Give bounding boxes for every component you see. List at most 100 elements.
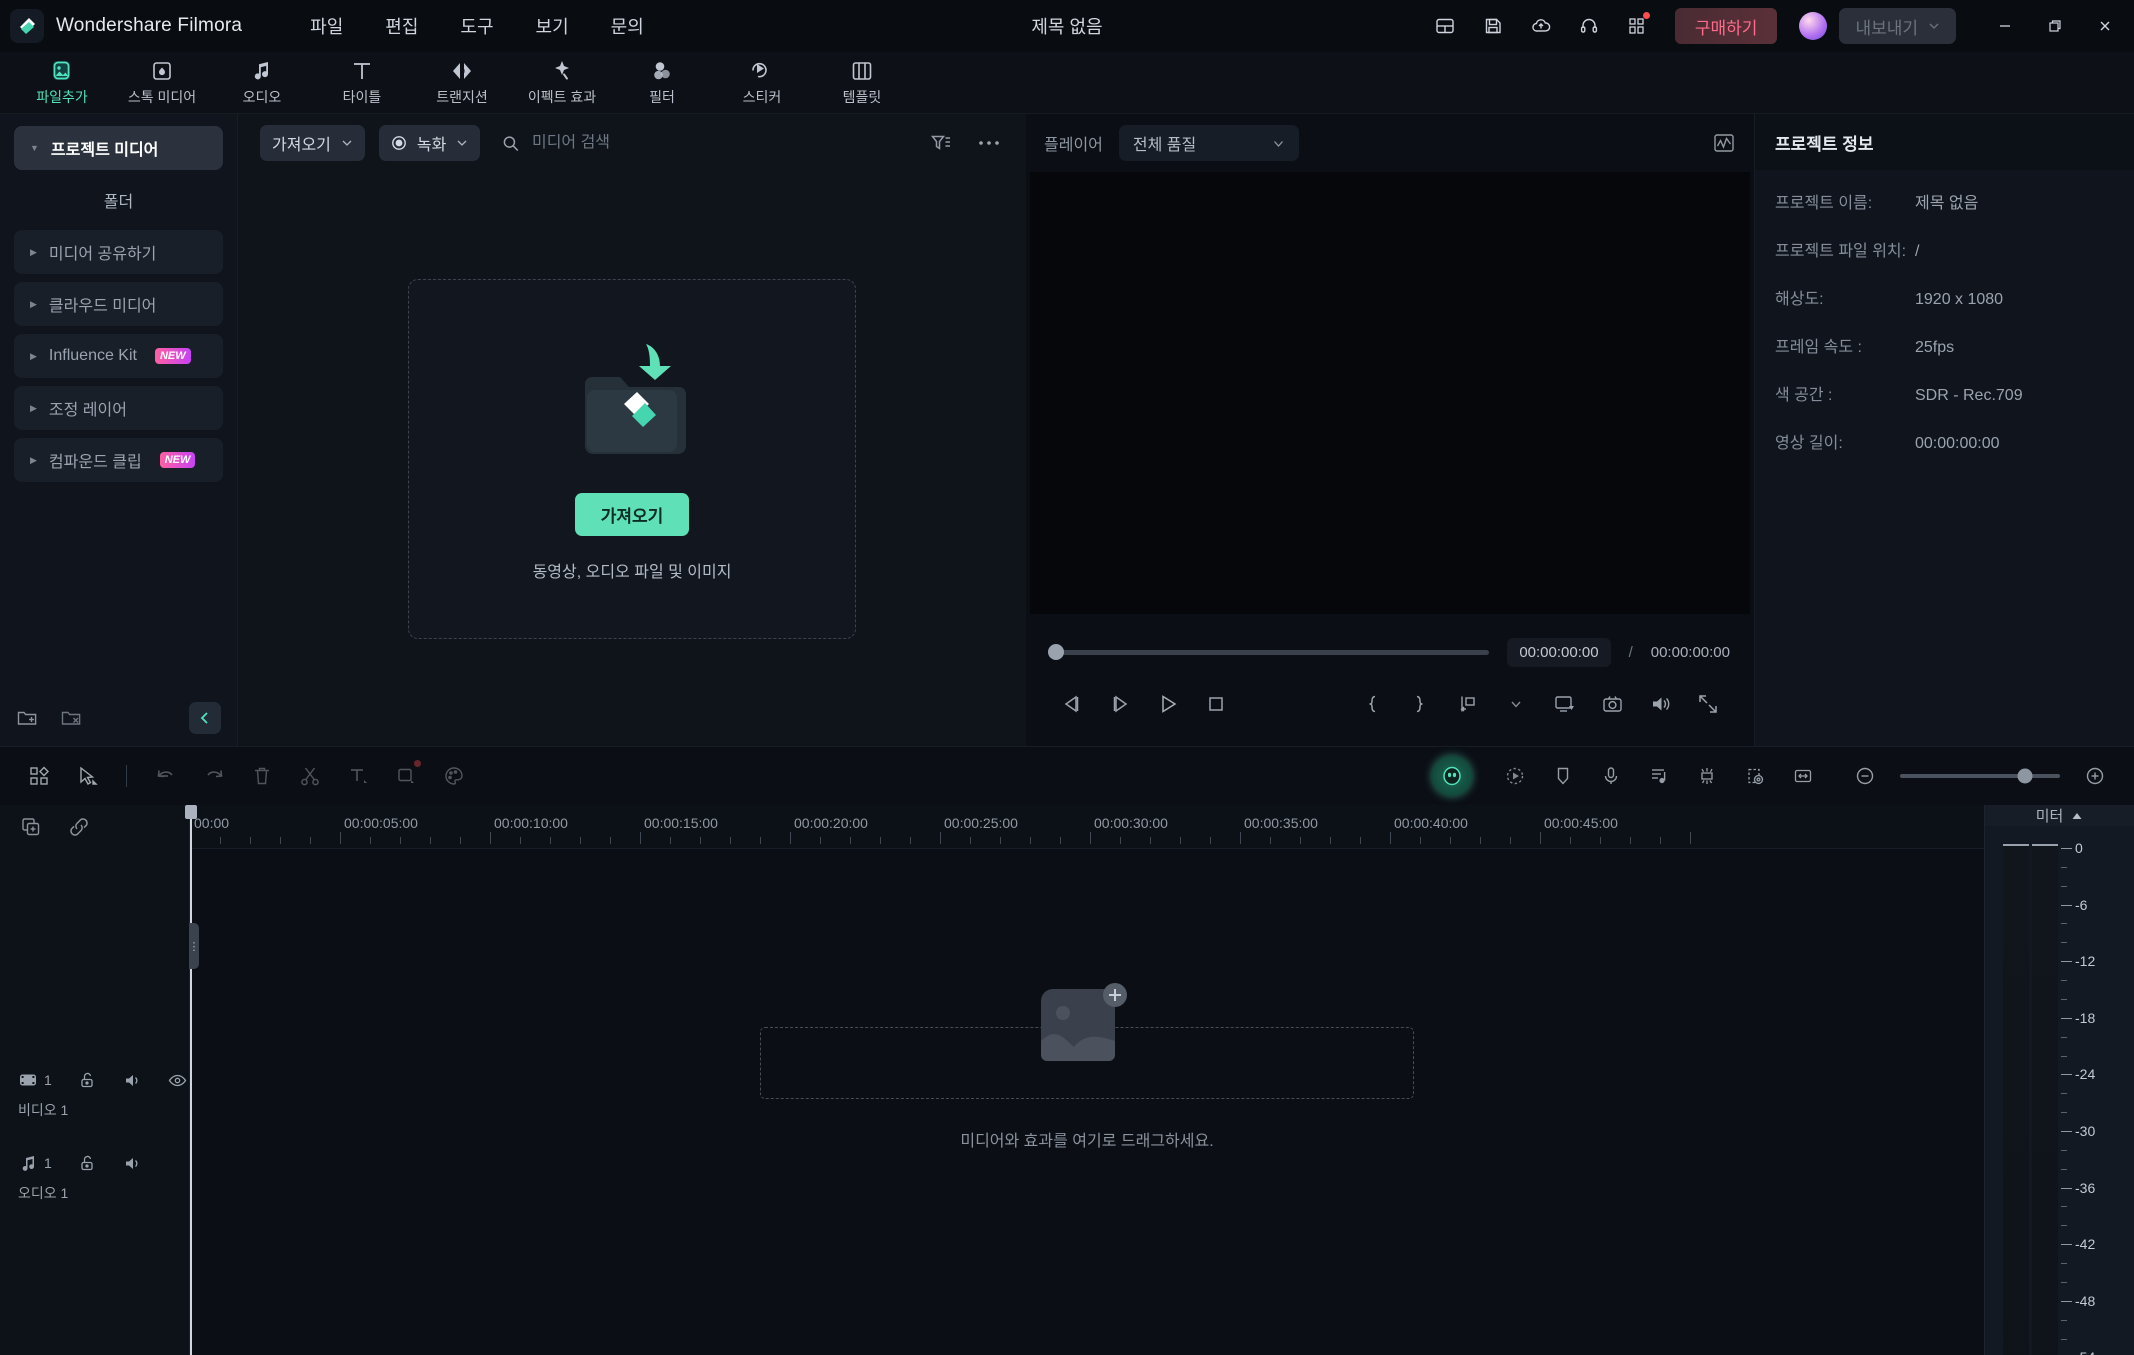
sidebar-item-compound-clip[interactable]: ▶ 컴파운드 클립 NEW xyxy=(14,438,223,482)
color-tool-button[interactable] xyxy=(433,756,475,796)
audio-track-lock-icon[interactable] xyxy=(78,1154,97,1173)
zoom-in-icon[interactable] xyxy=(2074,756,2116,796)
collapse-panel-icon[interactable] xyxy=(189,702,221,734)
ribbon-item-add-file[interactable]: 파일추가 xyxy=(14,53,110,113)
meter-minor-tick xyxy=(2061,942,2067,944)
menu-file[interactable]: 파일 xyxy=(308,9,345,43)
select-tool-button[interactable] xyxy=(66,756,108,796)
ribbon-item-stock-media[interactable]: 스톡 미디어 xyxy=(114,53,210,113)
menu-tools[interactable]: 도구 xyxy=(458,9,495,43)
more-options-icon[interactable] xyxy=(978,139,1000,147)
next-frame-button[interactable] xyxy=(1098,685,1142,723)
avatar[interactable] xyxy=(1799,12,1828,40)
zoom-slider[interactable] xyxy=(1900,768,2060,784)
headset-support-icon[interactable] xyxy=(1567,6,1611,46)
volume-button[interactable] xyxy=(1638,685,1682,723)
menu-contact[interactable]: 문의 xyxy=(609,9,646,43)
audio-meter-header[interactable]: 미터 xyxy=(1985,805,2134,826)
mark-out-button[interactable] xyxy=(1398,685,1442,723)
video-track-lock-icon[interactable] xyxy=(78,1071,97,1090)
ribbon-item-effects[interactable]: 이펙트 효과 xyxy=(514,53,610,113)
playhead[interactable] xyxy=(185,805,197,1355)
timeline-ruler[interactable]: 00:00 00:00:05:00 00:00:10:00 00:00:15:00 00… xyxy=(190,805,1984,849)
ai-copilot-button[interactable] xyxy=(1432,756,1472,796)
zoom-out-icon[interactable] xyxy=(1844,756,1886,796)
delete-button[interactable] xyxy=(241,756,283,796)
ribbon-item-filters[interactable]: 필터 xyxy=(614,53,710,113)
sidebar-item-share-media[interactable]: ▶ 미디어 공유하기 xyxy=(14,230,223,274)
link-clips-icon[interactable] xyxy=(68,816,90,838)
add-track-icon[interactable] xyxy=(20,816,42,838)
layout-view-button[interactable] xyxy=(18,756,60,796)
audio-mixer-button[interactable] xyxy=(1638,756,1680,796)
seek-slider[interactable] xyxy=(1048,644,1490,660)
marker-button[interactable] xyxy=(1542,756,1584,796)
add-marker-button[interactable] xyxy=(1446,685,1490,723)
import-button[interactable]: 가져오기 xyxy=(574,493,690,536)
import-dropdown[interactable]: 가져오기 xyxy=(260,125,365,161)
save-icon[interactable] xyxy=(1471,6,1515,46)
sidebar-item-cloud-media[interactable]: ▶ 클라우드 미디어 xyxy=(14,282,223,326)
audio-track-mute-icon[interactable] xyxy=(123,1154,142,1173)
play-button[interactable] xyxy=(1146,685,1190,723)
redo-button[interactable] xyxy=(193,756,235,796)
beat-detect-button[interactable] xyxy=(1686,756,1728,796)
snapshot-button[interactable] xyxy=(1590,685,1634,723)
tracks-area[interactable]: 미디어와 효과를 여기로 드래그하세요. xyxy=(190,849,1984,1355)
screen-mode-button[interactable] xyxy=(1542,685,1586,723)
zoom-handle[interactable] xyxy=(2017,768,2033,784)
minimize-button[interactable] xyxy=(1982,4,2028,48)
seek-handle[interactable] xyxy=(1048,644,1064,660)
maximize-button[interactable] xyxy=(2032,4,2078,48)
sidebar-item-project-media[interactable]: ▼ 프로젝트 미디어 xyxy=(14,126,223,170)
sidebar-item-folder[interactable]: 폴더 xyxy=(14,178,223,222)
split-button[interactable] xyxy=(289,756,331,796)
ruler-tick xyxy=(940,832,941,844)
ribbon-item-templates[interactable]: 템플릿 xyxy=(814,53,910,113)
playhead-grip[interactable] xyxy=(185,805,197,819)
record-dropdown[interactable]: 녹화 xyxy=(378,125,481,161)
search-input[interactable] xyxy=(531,134,916,152)
auto-enhance-button[interactable] xyxy=(1494,756,1536,796)
cloud-upload-icon[interactable] xyxy=(1519,6,1563,46)
export-button[interactable]: 내보내기 xyxy=(1839,8,1956,44)
ribbon-item-stickers[interactable]: 스티커 xyxy=(714,53,810,113)
fit-timeline-button[interactable] xyxy=(1782,756,1824,796)
meter-scale-tick xyxy=(2061,1300,2072,1302)
text-tool-button[interactable] xyxy=(337,756,379,796)
undo-button[interactable] xyxy=(145,756,187,796)
stop-button[interactable] xyxy=(1194,685,1238,723)
apps-grid-icon[interactable] xyxy=(1615,6,1659,46)
ribbon-item-audio[interactable]: 오디오 xyxy=(214,53,310,113)
template-grid-icon xyxy=(852,62,872,80)
delete-folder-icon[interactable] xyxy=(60,707,82,729)
video-track-mute-icon[interactable] xyxy=(123,1071,142,1090)
fullscreen-button[interactable] xyxy=(1686,685,1730,723)
quality-dropdown[interactable]: 전체 품질 xyxy=(1118,125,1299,161)
ribbon-item-titles[interactable]: 타이틀 xyxy=(314,53,410,113)
menu-edit[interactable]: 편집 xyxy=(383,9,420,43)
new-folder-icon[interactable] xyxy=(16,707,38,729)
render-preview-button[interactable] xyxy=(1734,756,1776,796)
media-import-dropzone[interactable]: 가져오기 동영상, 오디오 파일 및 이미지 xyxy=(408,279,856,639)
preview-canvas[interactable] xyxy=(1030,172,1750,614)
mark-in-button[interactable] xyxy=(1350,685,1394,723)
scope-waveform-icon[interactable] xyxy=(1712,131,1736,155)
ribbon-item-transitions[interactable]: 트랜지션 xyxy=(414,53,510,113)
panel-layout-icon[interactable] xyxy=(1423,6,1467,46)
menu-view[interactable]: 보기 xyxy=(534,9,571,43)
timeline-dropzone[interactable]: 미디어와 효과를 여기로 드래그하세요. xyxy=(190,983,1984,1151)
sidebar-item-influence-kit[interactable]: ▶ Influence Kit NEW xyxy=(14,334,223,378)
crop-tool-button[interactable] xyxy=(385,756,427,796)
sidebar-item-adjustment-layer[interactable]: ▶ 조정 레이어 xyxy=(14,386,223,430)
timeline-scroll-handle[interactable]: ⋮ xyxy=(189,923,200,969)
current-timecode[interactable]: 00:00:00:00 xyxy=(1507,637,1611,667)
filter-sort-icon[interactable] xyxy=(930,133,952,153)
close-button[interactable] xyxy=(2082,4,2128,48)
voiceover-button[interactable] xyxy=(1590,756,1632,796)
video-track-eye-icon[interactable] xyxy=(168,1071,187,1090)
ruler-tick xyxy=(1210,837,1211,844)
buy-now-button[interactable]: 구매하기 xyxy=(1674,8,1778,44)
marker-dropdown-button[interactable] xyxy=(1494,685,1538,723)
prev-frame-button[interactable] xyxy=(1050,685,1094,723)
